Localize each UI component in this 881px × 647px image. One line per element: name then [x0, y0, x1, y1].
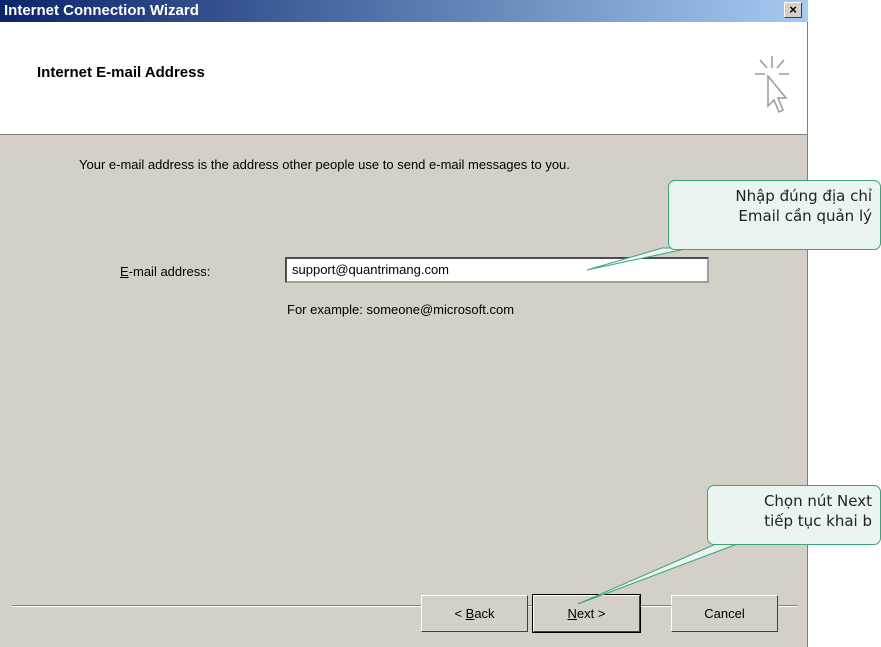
next-callout-tail: [577, 542, 741, 605]
email-callout-line1: Nhập đúng địa chỉ: [735, 187, 872, 205]
email-callout: Nhập đúng địa chỉ Email cần quản lý: [668, 180, 881, 250]
callout-tails: [577, 247, 741, 605]
next-callout: Chọn nút Next tiếp tục khai b: [707, 485, 881, 545]
email-callout-tail: [586, 247, 691, 271]
next-callout-line2: tiếp tục khai b: [764, 512, 872, 530]
email-callout-line2: Email cần quản lý: [738, 207, 872, 225]
next-callout-line1: Chọn nút Next: [763, 492, 872, 510]
